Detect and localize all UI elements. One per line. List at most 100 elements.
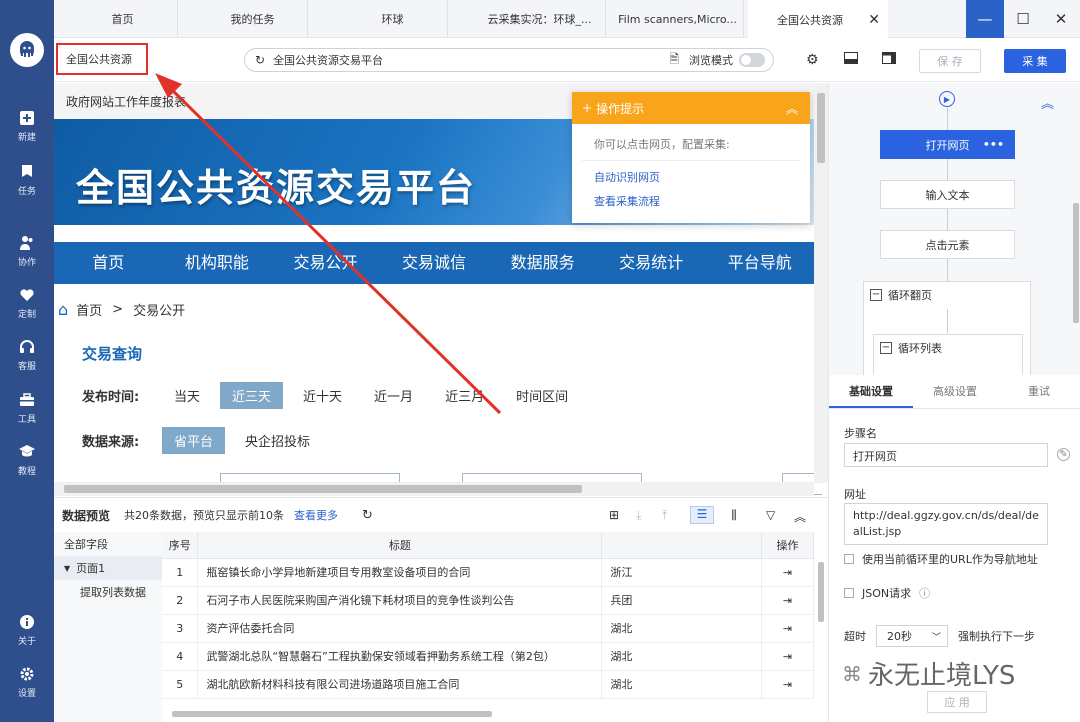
home-icon[interactable]: ⌂ — [58, 300, 68, 319]
sidebar-item-task[interactable]: 任务 — [0, 158, 54, 202]
close-icon[interactable]: ✕ — [868, 12, 880, 28]
minimize-icon[interactable]: — — [966, 0, 1004, 38]
tab-my-tasks[interactable]: 我的任务 — [198, 0, 308, 38]
checkbox-box[interactable] — [844, 554, 854, 564]
site-nav-item[interactable]: 交易诚信 — [380, 242, 489, 284]
download-icon[interactable]: ⤓ — [636, 508, 641, 523]
sidebar-item-about[interactable]: 关于 — [0, 608, 54, 652]
scroll-thumb[interactable] — [817, 93, 825, 163]
save-button[interactable]: 保 存 — [919, 49, 981, 73]
task-name-crumb[interactable]: 全国公共资源 — [56, 43, 148, 75]
preview-vertical-scrollbar[interactable] — [816, 556, 826, 696]
column-view-icon[interactable]: ⫼ — [722, 508, 746, 523]
breadcrumb-home[interactable]: 首页 — [76, 300, 102, 319]
site-nav-item[interactable]: 交易统计 — [597, 242, 706, 284]
scroll-thumb[interactable] — [1073, 203, 1079, 323]
document-icon[interactable]: 🗎 — [669, 50, 679, 71]
more-icon[interactable]: ••• — [983, 138, 1004, 151]
field-tree-page[interactable]: ▼ 页面1 — [54, 556, 162, 580]
sidebar-item-service[interactable]: 客服 — [0, 333, 54, 377]
site-nav-item[interactable]: 交易公开 — [271, 242, 380, 284]
row-action-icon[interactable]: ⇥ — [761, 586, 814, 615]
tab-film-scanners[interactable]: Film scanners,Micro... — [612, 0, 744, 38]
row-action-icon[interactable]: ⇥ — [761, 670, 814, 699]
collapse-icon[interactable]: ︽ — [786, 100, 798, 117]
row-action-icon[interactable]: ⇥ — [761, 558, 814, 587]
collapse-box-icon[interactable]: − — [880, 342, 892, 354]
view-more-link[interactable]: 查看更多 — [294, 507, 338, 523]
sidebar-item-tools[interactable]: 工具 — [0, 386, 54, 430]
field-tree-extract[interactable]: 提取列表数据 — [54, 580, 162, 604]
table-row[interactable]: 3 资产评估委托合同 湖北 ⇥ — [162, 614, 814, 643]
help-icon[interactable]: ⓘ — [919, 585, 930, 601]
table-row[interactable]: 4 武警湖北总队“智慧磐石”工程执勤保安领域看押勤务系统工程（第2包） 湖北 ⇥ — [162, 642, 814, 671]
site-nav-item[interactable]: 机构职能 — [163, 242, 272, 284]
flow-scrollbar[interactable] — [1072, 83, 1080, 375]
site-nav-item[interactable]: 平台导航 — [705, 242, 814, 284]
table-row[interactable]: 5 湖北航欧新材料科技有限公司进场道路项目施工合同 湖北 ⇥ — [162, 670, 814, 699]
tab-advanced-settings[interactable]: 高级设置 — [913, 377, 997, 408]
web-vertical-scrollbar[interactable] — [814, 83, 828, 483]
reload-icon[interactable]: ↻ — [255, 53, 265, 67]
tab-active-resources[interactable]: 全国公共资源 ✕ — [748, 0, 888, 39]
site-nav-item[interactable]: 首页 — [54, 242, 163, 284]
web-horizontal-scrollbar[interactable] — [54, 482, 814, 496]
tab-basic-settings[interactable]: 基础设置 — [829, 377, 913, 408]
scroll-thumb[interactable] — [818, 562, 824, 622]
site-nav-item[interactable]: 数据服务 — [488, 242, 597, 284]
collect-button[interactable]: 采 集 — [1004, 49, 1066, 73]
apply-button[interactable]: 应 用 — [927, 691, 987, 713]
sidebar-item-collab[interactable]: 协作 — [0, 229, 54, 273]
window-close-icon[interactable]: ✕ — [1042, 0, 1080, 38]
collapse-icon[interactable]: ︽ — [1041, 93, 1054, 112]
gear-icon[interactable]: ⚙ — [806, 52, 819, 68]
preview-horizontal-scrollbar[interactable] — [162, 709, 814, 719]
sidebar-item-settings[interactable]: 设置 — [0, 660, 54, 704]
filter-option[interactable]: 近三月 — [433, 382, 496, 409]
json-request-checkbox[interactable]: JSON请求 ⓘ — [844, 585, 930, 601]
upload-icon[interactable]: ⤒ — [662, 508, 667, 523]
maximize-icon[interactable]: ☐ — [1004, 0, 1042, 38]
filter-option[interactable]: 央企招投标 — [233, 427, 322, 454]
address-bar[interactable]: ↻ 全国公共资源交易平台 🗎 浏览模式 — [244, 48, 774, 72]
tab-global[interactable]: 环球 — [338, 0, 448, 38]
flow-node-input-text[interactable]: 输入文本 — [880, 180, 1015, 209]
scroll-thumb[interactable] — [172, 711, 492, 717]
filter-option[interactable]: 当天 — [162, 382, 212, 409]
tab-retry[interactable]: 重试 — [997, 377, 1080, 408]
breadcrumb-current[interactable]: 交易公开 — [133, 300, 185, 319]
refresh-icon[interactable]: ↻ — [362, 508, 373, 523]
add-field-icon[interactable]: ⊞ — [609, 508, 619, 522]
tab-cloud-live[interactable]: 云采集实况：环球_... — [474, 0, 606, 38]
timeout-select[interactable]: 20秒 ﹀ — [876, 625, 948, 647]
filter-option-selected[interactable]: 近三天 — [220, 382, 284, 409]
sidebar-item-tutorial[interactable]: 教程 — [0, 438, 54, 482]
sidebar-item-custom[interactable]: 定制 — [0, 281, 54, 325]
scroll-thumb[interactable] — [64, 485, 582, 493]
filter-option[interactable]: 近十天 — [291, 382, 354, 409]
use-loop-url-checkbox[interactable]: 使用当前循环里的URL作为导航地址 — [844, 551, 1038, 567]
list-view-icon[interactable]: ☰ — [690, 506, 714, 524]
play-icon[interactable]: ▶ — [939, 91, 955, 107]
collapse-box-icon[interactable]: − — [870, 289, 882, 301]
auto-detect-link[interactable]: 自动识别网页 — [572, 161, 810, 185]
filter-option[interactable]: 近一月 — [362, 382, 425, 409]
collapse-icon[interactable]: ︽ — [794, 508, 806, 525]
flow-loop-list[interactable]: − 循环列表 — [873, 334, 1023, 375]
layout-side-icon[interactable] — [882, 52, 896, 68]
flow-node-open-page[interactable]: 打开网页 ••• — [880, 130, 1015, 159]
layout-bottom-icon[interactable] — [844, 52, 858, 68]
filter-option[interactable]: 时间区间 — [504, 382, 580, 409]
field-tree-all[interactable]: 全部字段 — [54, 532, 162, 556]
filter-icon[interactable]: ▽ — [766, 508, 775, 522]
table-row[interactable]: 1 瓶窑镇长命小学异地新建项目专用教室设备项目的合同 浙江 ⇥ — [162, 558, 814, 587]
step-name-input[interactable]: 打开网页 — [844, 443, 1048, 467]
view-flow-link[interactable]: 查看采集流程 — [572, 185, 810, 209]
checkbox-box[interactable] — [844, 588, 854, 598]
row-action-icon[interactable]: ⇥ — [761, 614, 814, 643]
row-action-icon[interactable]: ⇥ — [761, 642, 814, 671]
flow-node-click-element[interactable]: 点击元素 — [880, 230, 1015, 259]
tab-home[interactable]: 首页 — [68, 0, 178, 38]
filter-option-selected[interactable]: 省平台 — [162, 427, 226, 454]
edit-icon[interactable]: ✎ — [1057, 448, 1070, 461]
